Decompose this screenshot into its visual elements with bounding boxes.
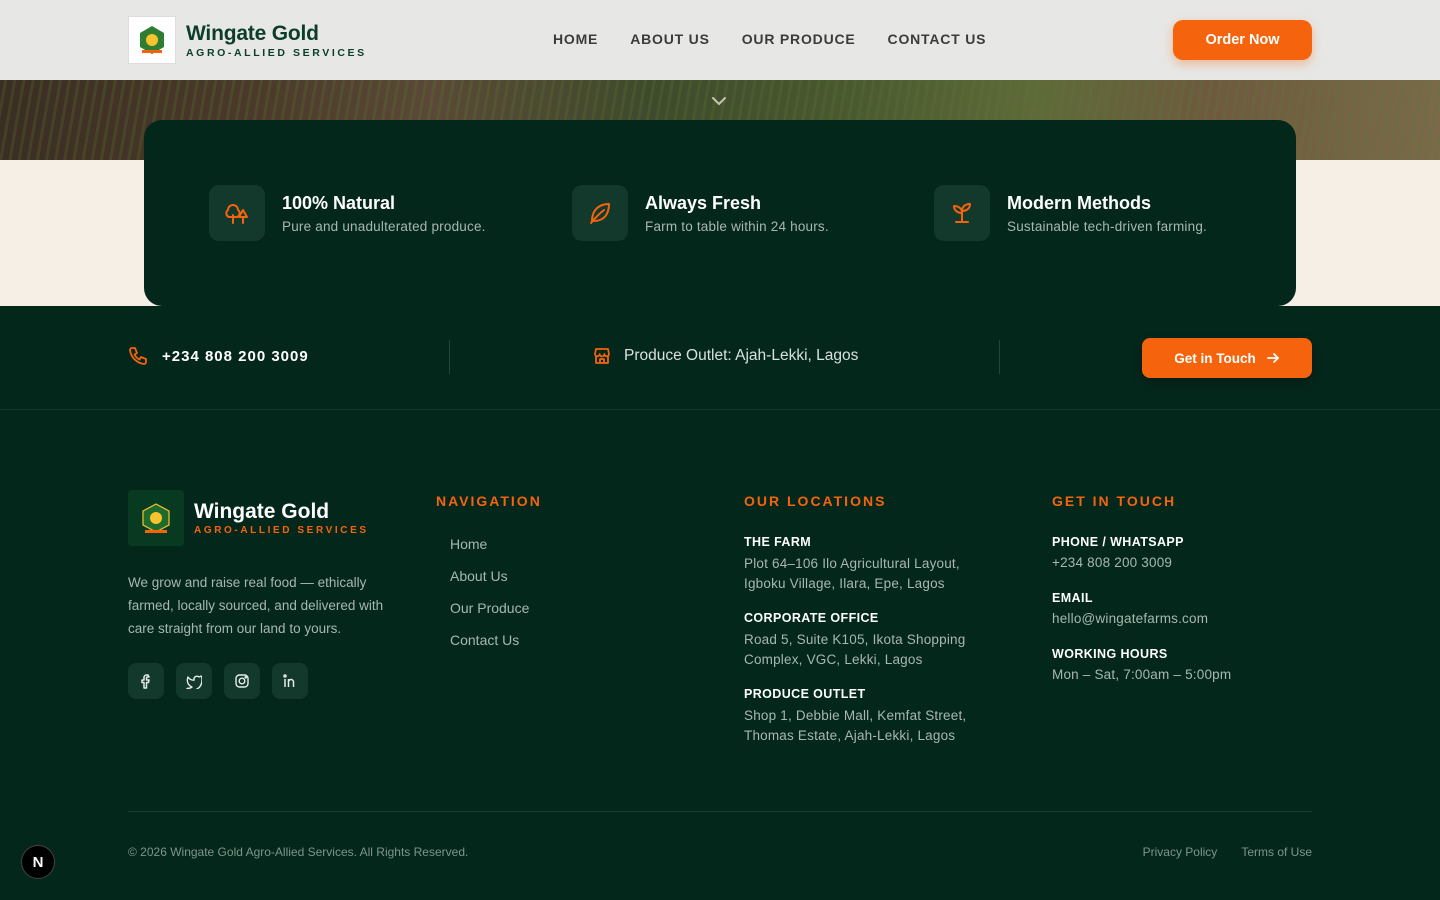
location-title: THE FARM xyxy=(744,535,812,549)
contact-value[interactable]: hello@wingatefarms.com xyxy=(1052,611,1208,626)
footer-link-contact-us[interactable]: Contact Us xyxy=(450,632,529,664)
brand-tagline: AGRO-ALLIED SERVICES xyxy=(186,47,367,59)
logo-emblem-icon xyxy=(140,26,164,54)
location-line: Plot 64–106 Ilo Agricultural Layout, xyxy=(744,556,960,571)
copyright-text: © 2026 Wingate Gold Agro-Allied Services… xyxy=(128,845,469,859)
footer-about-text: We grow and raise real food — ethically … xyxy=(128,575,384,636)
contact-email: EMAIL hello@wingatefarms.com xyxy=(1052,591,1208,626)
contact-bar: +234 808 200 3009 Produce Outlet: Ajah-L… xyxy=(0,306,1440,410)
footer-brand-tagline: AGRO-ALLIED SERVICES xyxy=(194,525,369,536)
social-links xyxy=(128,663,308,699)
footer-get-in-touch-heading: GET IN TOUCH xyxy=(1052,493,1177,509)
location-line: Igboku Village, Ilara, Epe, Lagos xyxy=(744,576,945,591)
footer-nav-list: Home About Us Our Produce Contact Us xyxy=(450,536,529,664)
feature-desc: Sustainable tech-driven farming. xyxy=(1007,218,1208,234)
main-nav: HOME ABOUT US OUR PRODUCE CONTACT US xyxy=(553,31,986,47)
footer-link-home[interactable]: Home xyxy=(450,536,529,568)
footer-divider xyxy=(128,811,1312,812)
footer-link-about-us[interactable]: About Us xyxy=(450,568,529,600)
location-farm: THE FARM Plot 64–106 Ilo Agricultural La… xyxy=(744,535,960,594)
linkedin-icon[interactable] xyxy=(272,663,308,699)
terms-of-use-link[interactable]: Terms of Use xyxy=(1241,845,1312,859)
order-now-button[interactable]: Order Now xyxy=(1173,20,1312,60)
footer-nav-heading: NAVIGATION xyxy=(436,493,542,509)
arrow-right-icon xyxy=(1266,353,1279,363)
divider xyxy=(449,340,450,374)
location-produce-outlet: PRODUCE OUTLET Shop 1, Debbie Mall, Kemf… xyxy=(744,687,966,746)
footer-locations-heading: OUR LOCATIONS xyxy=(744,493,887,509)
feature-desc: Farm to table within 24 hours. xyxy=(645,218,829,234)
features-card: 100% Natural Pure and unadulterated prod… xyxy=(144,120,1296,306)
footer-brand-name: Wingate Gold xyxy=(194,500,330,523)
privacy-policy-link[interactable]: Privacy Policy xyxy=(1143,845,1218,859)
get-in-touch-button[interactable]: Get in Touch xyxy=(1142,338,1312,378)
feature-desc: Pure and unadulterated produce. xyxy=(282,218,486,234)
feature-title: Modern Methods xyxy=(1007,192,1151,213)
location-line: Thomas Estate, Ajah-Lekki, Lagos xyxy=(744,728,956,743)
footer-brand: Wingate Gold AGRO-ALLIED SERVICES xyxy=(194,500,369,536)
brand-name: Wingate Gold xyxy=(186,22,319,45)
location-line: Complex, VGC, Lekki, Lagos xyxy=(744,652,923,667)
brand-text[interactable]: Wingate Gold AGRO-ALLIED SERVICES xyxy=(186,22,367,59)
feature-natural: 100% Natural Pure and unadulterated prod… xyxy=(209,185,486,241)
location-corporate-office: CORPORATE OFFICE Road 5, Suite K105, Iko… xyxy=(744,611,965,670)
nav-home[interactable]: HOME xyxy=(553,31,598,47)
contact-title: WORKING HOURS xyxy=(1052,647,1168,661)
contact-title: EMAIL xyxy=(1052,591,1093,605)
site-header: Wingate Gold AGRO-ALLIED SERVICES HOME A… xyxy=(0,0,1440,80)
feature-fresh: Always Fresh Farm to table within 24 hou… xyxy=(572,185,829,241)
logo-emblem-icon xyxy=(142,503,170,533)
get-in-touch-label: Get in Touch xyxy=(1174,350,1256,366)
location-line: Road 5, Suite K105, Ikota Shopping xyxy=(744,632,966,647)
dev-tools-badge[interactable]: N xyxy=(21,845,55,879)
location-title: CORPORATE OFFICE xyxy=(744,611,879,625)
nav-our-produce[interactable]: OUR PRODUCE xyxy=(742,31,856,47)
contact-value: Mon – Sat, 7:00am – 5:00pm xyxy=(1052,667,1232,682)
legal-links: Privacy Policy Terms of Use xyxy=(1143,845,1312,859)
twitter-icon[interactable] xyxy=(176,663,212,699)
divider xyxy=(999,340,1000,374)
feature-title: 100% Natural xyxy=(282,192,396,213)
contact-phone-number: +234 808 200 3009 xyxy=(162,347,309,365)
nav-about-us[interactable]: ABOUT US xyxy=(630,31,710,47)
contact-outlet-text: Produce Outlet: Ajah-Lekki, Lagos xyxy=(624,347,859,364)
feature-title: Always Fresh xyxy=(645,192,762,213)
facebook-icon[interactable] xyxy=(128,663,164,699)
footer-link-our-produce[interactable]: Our Produce xyxy=(450,600,529,632)
location-title: PRODUCE OUTLET xyxy=(744,687,866,701)
nav-contact-us[interactable]: CONTACT US xyxy=(888,31,987,47)
leaf-icon xyxy=(572,185,628,241)
store-icon xyxy=(594,348,610,364)
brand-logo[interactable] xyxy=(128,16,176,64)
contact-phone[interactable]: +234 808 200 3009 xyxy=(128,346,309,366)
trees-icon xyxy=(209,185,265,241)
contact-phone-whatsapp: PHONE / WHATSAPP +234 808 200 3009 xyxy=(1052,535,1184,570)
contact-working-hours: WORKING HOURS Mon – Sat, 7:00am – 5:00pm xyxy=(1052,647,1231,682)
feature-modern: Modern Methods Sustainable tech-driven f… xyxy=(934,185,1207,241)
contact-value[interactable]: +234 808 200 3009 xyxy=(1052,555,1184,570)
sprout-icon xyxy=(934,185,990,241)
footer-logo[interactable] xyxy=(128,490,184,546)
scroll-down-chevron-icon[interactable] xyxy=(711,96,727,106)
location-line: Shop 1, Debbie Mall, Kemfat Street, xyxy=(744,708,967,723)
contact-title: PHONE / WHATSAPP xyxy=(1052,535,1184,549)
contact-outlet: Produce Outlet: Ajah-Lekki, Lagos xyxy=(592,346,858,366)
instagram-icon[interactable] xyxy=(224,663,260,699)
phone-icon xyxy=(129,347,147,365)
